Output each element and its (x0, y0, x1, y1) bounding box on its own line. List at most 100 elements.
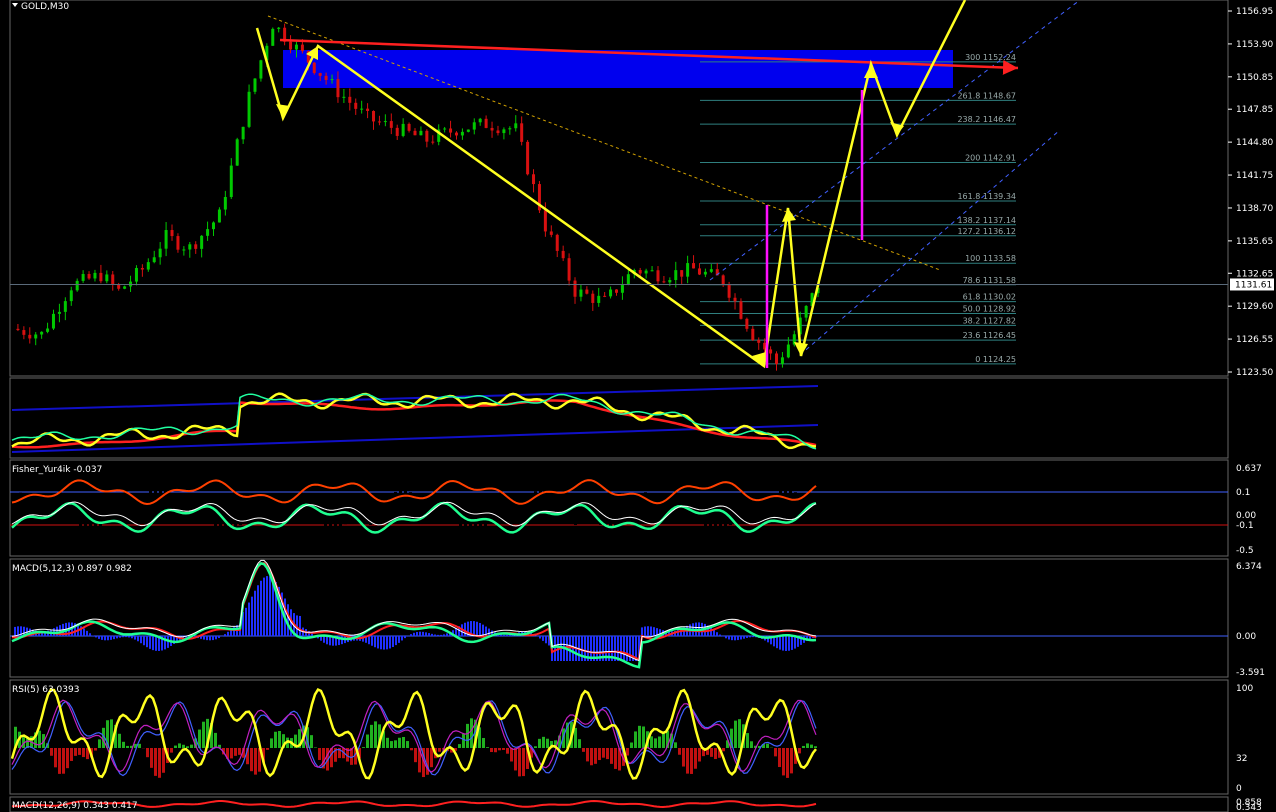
rsi-histogram-bar (202, 721, 205, 748)
fisher-histogram-bar (124, 512, 127, 517)
rsi-histogram-bar (542, 736, 545, 748)
macd-histogram-bar (254, 590, 256, 636)
candle-body (692, 263, 696, 269)
fisher-histogram-bar (69, 512, 72, 514)
macd-histogram-bar (716, 632, 718, 636)
macd-histogram-bar (152, 636, 154, 651)
fisher-histogram-bar (149, 491, 152, 512)
macd-histogram-bar (83, 628, 85, 636)
rsi-histogram-bar (746, 733, 749, 748)
fisher-histogram-bar (769, 503, 772, 512)
macd-histogram-bar (101, 636, 103, 640)
macd-histogram-bar (368, 636, 370, 645)
macd-histogram-bar (287, 604, 289, 636)
candle-body (223, 196, 227, 210)
candle-body (567, 258, 571, 281)
macd-histogram-bar (110, 636, 112, 640)
candle-body (28, 334, 32, 339)
macd-histogram-bar (722, 636, 724, 637)
macd-histogram-bar (542, 636, 544, 641)
rsi-histogram-bar (630, 742, 633, 748)
candle-body (57, 311, 61, 314)
candle-body (591, 293, 595, 303)
macd-histogram-bar (788, 636, 790, 651)
candle-body (585, 289, 589, 294)
rsi-histogram-bar (410, 748, 413, 751)
candle-body (419, 130, 423, 136)
price-tick-label: 1153.90 (1236, 40, 1273, 50)
candle-body (603, 295, 607, 297)
candle-body (152, 257, 156, 263)
fisher-histogram-bar (254, 501, 257, 512)
trading-chart[interactable]: GOLD,M30 300 1152.24 261.8 1148.67 238.2 1… (0, 0, 1276, 812)
macd-histogram-bar (443, 634, 445, 636)
fisher-histogram-bar (504, 507, 507, 512)
fisher-histogram-bar (394, 491, 397, 512)
rsi-histogram-bar (678, 748, 681, 755)
macd-histogram-bar (155, 636, 157, 651)
rsi-histogram-bar (686, 748, 689, 774)
macd-histogram-bar (137, 636, 139, 642)
macd-histogram-bar (95, 636, 97, 638)
rsi-histogram-bar (814, 746, 817, 748)
macd-histogram-bar (119, 636, 121, 638)
rsi-histogram-bar (642, 726, 645, 748)
macd-histogram-bar (653, 627, 655, 636)
candle-body (686, 263, 690, 277)
rsi-histogram-bar (414, 748, 417, 763)
fisher-histogram-bar (439, 507, 442, 512)
rsi-histogram-bar (546, 738, 549, 748)
rsi-histogram-bar (586, 748, 589, 762)
macd-histogram-bar (257, 585, 259, 636)
rsi-histogram-bar (94, 748, 97, 751)
rsi-histogram-bar (178, 743, 181, 748)
macd-histogram-bar (374, 636, 376, 648)
rsi-histogram-bar (270, 738, 273, 748)
fisher-histogram-bar (269, 501, 272, 512)
candle-body (431, 141, 435, 143)
rsi-histogram-bar (278, 730, 281, 748)
rsi-histogram-bar (310, 735, 313, 748)
fisher-histogram-bar (499, 508, 502, 512)
fisher-histogram-bar (19, 492, 22, 512)
candle-body (721, 275, 725, 285)
rsi-histogram-bar (658, 736, 661, 748)
rsi-histogram-bar (234, 748, 237, 756)
fisher-histogram-bar (424, 507, 427, 512)
fisher-histogram-bar (479, 512, 482, 533)
rsi-histogram-bar (786, 748, 789, 778)
macd-histogram-bar (794, 636, 796, 649)
fisher-histogram-bar (404, 488, 407, 512)
fisher-histogram-bar (739, 512, 742, 517)
rsi-histogram-bar (694, 748, 697, 769)
macd-histogram-bar (791, 636, 793, 650)
fisher-histogram-bar (464, 512, 467, 534)
candle-body (478, 118, 482, 123)
fisher-histogram-bar (244, 512, 247, 517)
rsi-histogram-bar (502, 748, 505, 750)
fisher-histogram-bar (369, 512, 372, 525)
macd-histogram-bar (206, 636, 208, 641)
candle-body (751, 328, 755, 341)
fisher-histogram-bar (419, 503, 422, 512)
fisher-histogram-bar (759, 512, 762, 516)
macd-histogram-bar (389, 636, 391, 649)
candle-body (22, 330, 26, 335)
macd-histogram-bar (725, 636, 727, 639)
rsi-histogram-bar (150, 748, 153, 768)
candle-body (674, 270, 678, 281)
macd-histogram-bar (263, 577, 265, 636)
rsi-histogram-bar (518, 748, 521, 777)
rsi-histogram-bar (598, 748, 601, 761)
macd-histogram-bar (215, 636, 217, 640)
rsi-histogram-bar (806, 743, 809, 748)
macd-histogram-bar (125, 636, 127, 638)
macd-histogram-bar (644, 626, 646, 636)
candle-body (389, 121, 393, 128)
macd-tick: 6.374 (1236, 562, 1262, 572)
rsi-histogram-bar (386, 737, 389, 748)
fisher-histogram-bar (139, 506, 142, 512)
macd-histogram-bar (626, 636, 628, 661)
macd-histogram-bar (398, 636, 400, 643)
fisher-histogram-bar (89, 512, 92, 537)
